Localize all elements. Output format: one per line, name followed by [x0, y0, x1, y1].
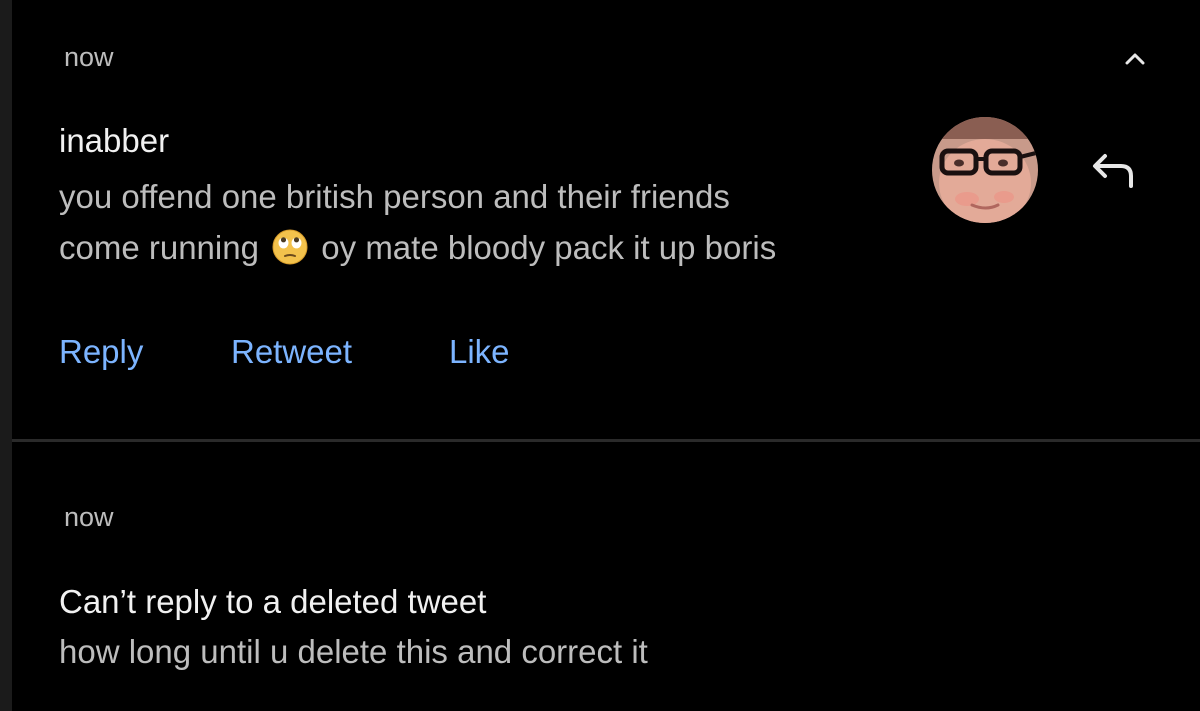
reply-arrow-icon: [1093, 154, 1133, 188]
deleted-tweet-notification[interactable]: now Can’t reply to a deleted tweet how l…: [12, 442, 1200, 711]
message-line-1: you offend one british person and their …: [59, 178, 730, 215]
retweet-button[interactable]: Retweet: [231, 335, 352, 368]
notification-message: you offend one british person and their …: [59, 171, 879, 273]
message-line-2-start: come running: [59, 229, 259, 266]
reply-action-button[interactable]: [1084, 146, 1140, 194]
left-edge-strip: [0, 0, 12, 711]
chevron-up-icon: [1125, 53, 1145, 65]
notification-body: how long until u delete this and correct…: [59, 633, 648, 670]
like-button[interactable]: Like: [449, 335, 510, 368]
avatar-portrait-image: [932, 117, 1038, 223]
notification-sender: inabber: [59, 122, 170, 159]
reply-button[interactable]: Reply: [59, 335, 143, 368]
collapse-button[interactable]: [1120, 44, 1150, 74]
notification-timestamp: now: [64, 42, 114, 72]
notification-title: Can’t reply to a deleted tweet: [59, 583, 487, 620]
avatar: [932, 117, 1038, 223]
rolling-eyes-emoji-icon: [272, 229, 308, 265]
tweet-notification[interactable]: now inabber you offend one british perso…: [12, 0, 1200, 439]
message-line-2-end: oy mate bloody pack it up boris: [321, 229, 777, 266]
notification-timestamp: now: [64, 502, 114, 532]
